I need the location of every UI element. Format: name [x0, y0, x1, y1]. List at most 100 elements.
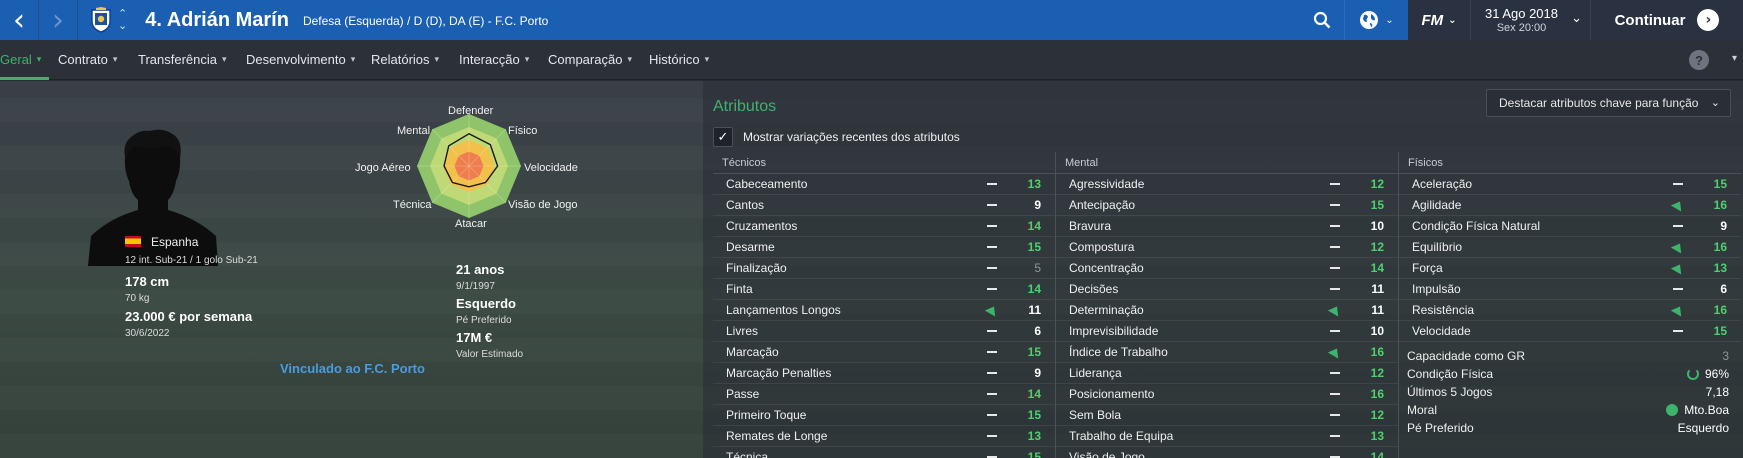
attribute-name: Visão de Jogo [1069, 450, 1145, 458]
attribute-row[interactable]: Impulsão 6 [1399, 279, 1741, 300]
attribute-value: 16 [1370, 387, 1384, 401]
overview-panel: Espanha 12 int. Sub-21 / 1 golo Sub-21 1… [0, 81, 1743, 458]
back-button[interactable]: ‹ [0, 0, 38, 40]
continue-button[interactable]: Continuar › [1590, 0, 1743, 40]
attribute-row[interactable]: Finalização 5 [713, 258, 1055, 279]
summary-value: Mto.Boa [1684, 403, 1729, 417]
tab-relatorios[interactable]: Relatórios ▾ [371, 40, 447, 80]
search-icon[interactable] [1300, 0, 1344, 40]
tab-historico[interactable]: Histórico ▾ [649, 40, 717, 80]
chevron-down-icon: ▾ [36, 54, 42, 65]
nav-divider [77, 0, 78, 40]
player-switch[interactable]: ⌃ ⌄ [118, 8, 127, 32]
world-menu-button[interactable]: ⌄ [1344, 0, 1408, 40]
summary-row: Últimos 5 Jogos 7,18 [1399, 383, 1743, 401]
attribute-row[interactable]: Força 13 [1399, 258, 1741, 279]
trend-flat-dash-icon [987, 267, 997, 269]
chevron-down-icon[interactable]: ▾ [1732, 53, 1737, 64]
attribute-value: 15 [1027, 408, 1041, 422]
fitness-ring-icon [1686, 368, 1699, 380]
date-selector[interactable]: 31 Ago 2018 Sex 20:00 ⌄ [1470, 0, 1590, 40]
attribute-row[interactable]: Imprevisibilidade 10 [1056, 321, 1398, 342]
dropdown-label: Destacar atributos chave para função [1499, 96, 1699, 110]
attribute-row[interactable]: Lançamentos Longos 11 [713, 300, 1055, 321]
radar-label: Velocidade [524, 162, 578, 174]
attribute-row[interactable]: Marcação Penalties 9 [713, 363, 1055, 384]
tab-interaccao[interactable]: Interacção ▾ [459, 40, 537, 80]
attribute-row[interactable]: Passe 14 [713, 384, 1055, 405]
continue-label: Continuar [1614, 11, 1686, 29]
attribute-row[interactable]: Marcação 15 [713, 342, 1055, 363]
column-heading: Mental [1056, 152, 1398, 174]
radar-axis [431, 165, 470, 204]
attribute-name: Decisões [1069, 282, 1119, 296]
attribute-name: Finta [726, 282, 753, 296]
trend-flat-dash-icon [1330, 393, 1340, 395]
club-crest-icon[interactable] [90, 7, 112, 33]
attribute-row[interactable]: Desarme 15 [713, 237, 1055, 258]
tab-geral[interactable]: Geral ▾ [0, 40, 50, 80]
attribute-row[interactable]: Determinação 11 [1056, 300, 1398, 321]
attribute-row[interactable]: Posicionamento 16 [1056, 384, 1398, 405]
tab-contrato[interactable]: Contrato ▾ [58, 40, 125, 80]
attribute-value: 12 [1370, 366, 1384, 380]
attribute-value: 13 [1370, 429, 1384, 443]
summary-row: Moral Mto.Boa [1399, 401, 1743, 419]
chevron-down-icon: ▾ [524, 54, 530, 65]
tab-comparacao[interactable]: Comparação ▾ [548, 40, 640, 80]
checkbox-checked-icon[interactable]: ✓ [713, 127, 733, 147]
chevron-down-icon: ⌄ [1571, 10, 1582, 25]
attribute-row[interactable]: Remates de Longe 13 [713, 426, 1055, 447]
attribute-row[interactable]: Cabeceamento 13 [713, 174, 1055, 195]
attribute-row[interactable]: Compostura 12 [1056, 237, 1398, 258]
chevron-down-icon: ▾ [434, 54, 440, 65]
attribute-row[interactable]: Sem Bola 12 [1056, 405, 1398, 426]
trend-flat-dash-icon [1330, 246, 1340, 248]
attribute-row[interactable]: Livres 6 [713, 321, 1055, 342]
tab-transferencia[interactable]: Transferência ▾ [138, 40, 235, 80]
attribute-value: 5 [1034, 261, 1041, 275]
attribute-row[interactable]: Liderança 12 [1056, 363, 1398, 384]
attribute-row[interactable]: Velocidade 15 [1399, 321, 1741, 342]
attributes-panel: Atributos Destacar atributos chave para … [703, 81, 1743, 458]
help-button[interactable]: ? [1689, 50, 1709, 70]
attribute-row[interactable]: Primeiro Toque 15 [713, 405, 1055, 426]
attribute-row[interactable]: Visão de Jogo 14 [1056, 447, 1398, 458]
trend-flat-dash-icon [987, 330, 997, 332]
trend-flat-dash-icon [1330, 330, 1340, 332]
attribute-row[interactable]: Finta 14 [713, 279, 1055, 300]
radar-ring [443, 140, 495, 192]
fm-menu-button[interactable]: FM ⌄ [1408, 0, 1470, 40]
summary-row: Capacidade como GR 3 [1399, 347, 1743, 365]
linked-club-link[interactable]: Vinculado ao F.C. Porto [280, 361, 425, 376]
attribute-row[interactable]: Índice de Trabalho 16 [1056, 342, 1398, 363]
attribute-row[interactable]: Concentração 14 [1056, 258, 1398, 279]
attribute-row[interactable]: Técnica 15 [713, 447, 1055, 458]
attribute-row[interactable]: Aceleração 15 [1399, 174, 1741, 195]
attribute-row[interactable]: Cruzamentos 14 [713, 216, 1055, 237]
attribute-value: 14 [1027, 219, 1041, 233]
show-changes-toggle[interactable]: ✓ Mostrar variações recentes dos atribut… [713, 127, 960, 147]
radar-axis [468, 128, 507, 167]
column-heading: Físicos [1399, 152, 1741, 174]
attribute-row[interactable]: Bravura 10 [1056, 216, 1398, 237]
forward-button[interactable]: › [39, 0, 77, 40]
attribute-row[interactable]: Equilíbrio 16 [1399, 237, 1741, 258]
chevron-down-icon: ▾ [222, 54, 227, 65]
international-caps: 12 int. Sub-21 / 1 golo Sub-21 [125, 255, 258, 266]
tab-desenvolvimento[interactable]: Desenvolvimento ▾ [246, 40, 363, 80]
chevron-down-icon[interactable]: ⌄ [118, 20, 127, 32]
attribute-row[interactable]: Agressividade 12 [1056, 174, 1398, 195]
attribute-row[interactable]: Cantos 9 [713, 195, 1055, 216]
trend-flat-dash-icon [1330, 267, 1340, 269]
attribute-name: Compostura [1069, 240, 1135, 254]
attribute-row[interactable]: Resistência 16 [1399, 300, 1741, 321]
highlight-key-attributes-dropdown[interactable]: Destacar atributos chave para função ⌄ [1486, 89, 1731, 117]
attribute-row[interactable]: Agilidade 16 [1399, 195, 1741, 216]
attribute-row[interactable]: Condição Física Natural 9 [1399, 216, 1741, 237]
trend-flat-dash-icon [987, 204, 997, 206]
show-changes-label: Mostrar variações recentes dos atributos [743, 130, 960, 144]
attribute-row[interactable]: Trabalho de Equipa 13 [1056, 426, 1398, 447]
attribute-row[interactable]: Antecipação 15 [1056, 195, 1398, 216]
attribute-row[interactable]: Decisões 11 [1056, 279, 1398, 300]
